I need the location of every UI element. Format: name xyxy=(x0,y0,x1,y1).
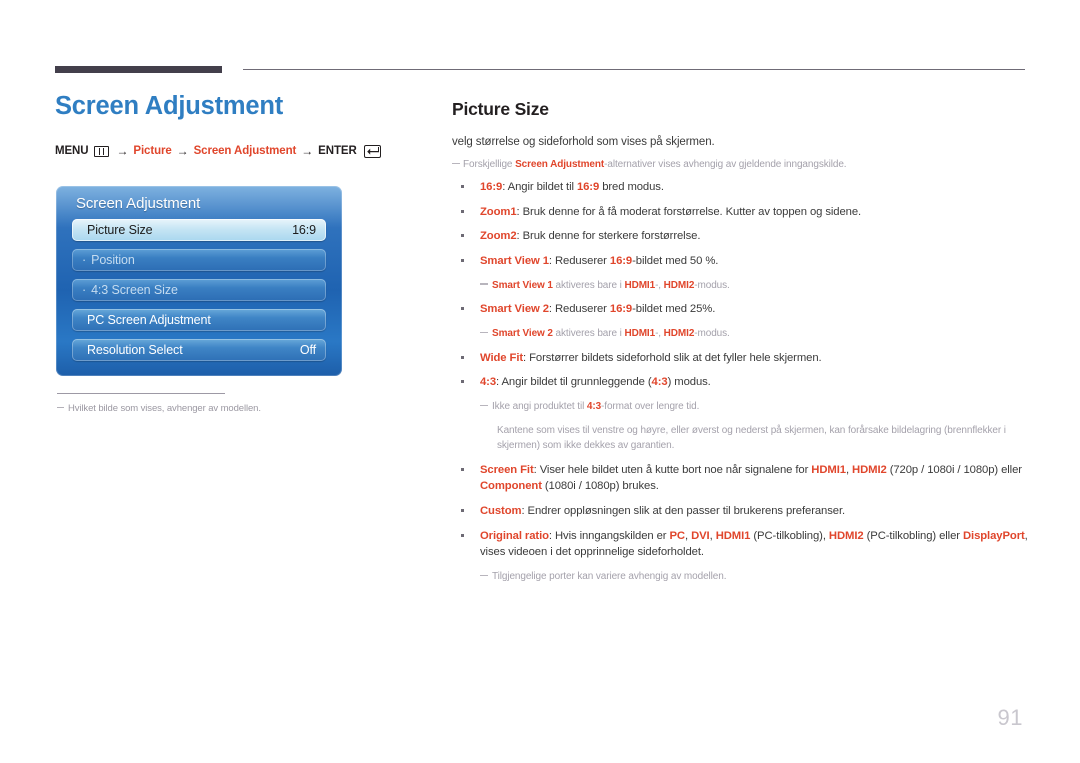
bullet-icon xyxy=(461,380,464,384)
osd-row-label: Picture Size xyxy=(87,223,153,237)
note-available-ports: Tilgjengelige porter kan variere avhengi… xyxy=(480,569,1030,585)
list-item-screen-fit: Screen Fit: Viser hele bildet uten å kut… xyxy=(452,462,1030,495)
osd-row-value: Off xyxy=(299,343,316,357)
list-item-169: 16:9: Angir bildet til 16:9 bred modus. xyxy=(452,179,1030,196)
note-screen-adjustment-options: Forskjellige Screen Adjustment-alternati… xyxy=(452,157,1030,172)
list-item-smart-view-2: Smart View 2: Reduserer 16:9-bildet med … xyxy=(452,301,1030,318)
list-item-smart-view-1: Smart View 1: Reduserer 16:9-bildet med … xyxy=(452,253,1030,270)
note-smart-view-2: Smart View 2 aktiveres bare i HDMI1-, HD… xyxy=(480,326,1030,342)
page-number: 91 xyxy=(997,705,1023,730)
header-rules xyxy=(0,0,1080,80)
note-dash-icon xyxy=(452,162,460,164)
bullet-icon xyxy=(461,259,464,263)
option-term: Custom xyxy=(480,504,522,517)
section-lead-text: velg størrelse og sideforhold som vises … xyxy=(452,136,715,148)
option-accent-inline: 4:3 xyxy=(651,376,668,389)
option-term: Zoom1 xyxy=(480,205,517,218)
bullet-icon xyxy=(461,209,464,213)
option-term: Wide Fit xyxy=(480,351,524,364)
bullet-icon xyxy=(461,533,464,537)
osd-row-label: PC Screen Adjustment xyxy=(87,313,211,327)
menu-path-menu-label: MENU xyxy=(55,145,89,158)
menu-path-breadcrumb: MENU → Picture → Screen Adjustment → ENT… xyxy=(55,144,415,158)
list-item-43: 4:3: Angir bildet til grunnleggende (4:3… xyxy=(452,374,1030,391)
bullet-icon xyxy=(461,355,464,359)
option-term: Screen Fit xyxy=(480,463,534,476)
option-accent-inline: 16:9 xyxy=(609,303,633,316)
menu-path-enter-label: ENTER xyxy=(318,145,357,158)
option-term: 4:3 xyxy=(480,376,497,389)
menu-path-step-screen-adjustment: Screen Adjustment xyxy=(193,145,297,158)
list-item-zoom1: Zoom1: Bruk denne for å få moderat forst… xyxy=(452,204,1030,221)
osd-row-label: · 4:3 Screen Size xyxy=(82,283,178,297)
page-title: Screen Adjustment xyxy=(55,92,284,120)
list-item-zoom2: Zoom2: Bruk denne for sterkere forstørre… xyxy=(452,228,1030,245)
bullet-icon xyxy=(461,234,464,238)
bullet-icon xyxy=(461,508,464,512)
osd-menu-list: Picture Size 16:9 · Position · 4:3 Screen … xyxy=(56,219,342,361)
osd-panel: Screen Adjustment Picture Size 16:9 · Pos… xyxy=(56,186,342,376)
note-dash-icon xyxy=(480,283,488,285)
list-item-original-ratio: Original ratio: Hvis inngangskilden er P… xyxy=(452,528,1030,561)
option-accent-inline: 16:9 xyxy=(576,181,600,193)
option-term: Zoom2 xyxy=(480,230,517,243)
note-43-warning-body: Kantene som vises til venstre og høyre, … xyxy=(497,424,1006,452)
osd-row-dot: · xyxy=(82,283,87,297)
arrow-icon-3: → xyxy=(301,144,314,159)
osd-panel-title: Screen Adjustment xyxy=(76,195,201,212)
option-term: Smart View 2 xyxy=(480,303,549,316)
list-item-custom: Custom: Endrer oppløsningen slik at den … xyxy=(452,503,1030,520)
footnote-divider xyxy=(57,393,225,394)
note-smart-view-1: Smart View 1 aktiveres bare i HDMI1-, HD… xyxy=(480,278,1030,294)
left-column: Screen Adjustment MENU → Picture → Scree… xyxy=(55,92,415,176)
osd-row-dot: · xyxy=(82,253,87,267)
arrow-icon-1: → xyxy=(116,144,129,159)
osd-row-position[interactable]: · Position xyxy=(72,249,326,271)
list-item-wide-fit: Wide Fit: Forstørrer bildets sideforhold… xyxy=(452,350,1030,367)
note-dash-icon xyxy=(480,331,488,334)
option-term: Smart View 1 xyxy=(480,255,549,268)
option-term: 16:9 xyxy=(480,181,503,193)
header-rule-thick xyxy=(55,66,222,73)
bullet-icon xyxy=(461,307,464,311)
note-dash-icon xyxy=(57,407,64,408)
osd-row-resolution-select[interactable]: Resolution Select Off xyxy=(72,339,326,361)
osd-row-picture-size[interactable]: Picture Size 16:9 xyxy=(72,219,326,241)
right-column: Picture Size velg størrelse og sideforho… xyxy=(452,99,1030,593)
osd-row-label: · Position xyxy=(82,253,135,267)
bullet-icon xyxy=(461,185,464,188)
note-accent-term: Screen Adjustment xyxy=(515,159,605,170)
osd-row-label: Resolution Select xyxy=(87,343,183,357)
bullet-icon xyxy=(461,467,464,471)
left-footnote: Hvilket bilde som vises, avhenger av mod… xyxy=(57,393,387,414)
menu-bars-icon xyxy=(94,145,110,157)
menu-path-step-picture: Picture xyxy=(133,145,172,158)
footnote-text-wrap: Hvilket bilde som vises, avhenger av mod… xyxy=(57,403,387,414)
footnote-text: Hvilket bilde som vises, avhenger av mod… xyxy=(68,403,261,414)
picture-size-options-list: 16:9: Angir bildet til 16:9 bred modus. … xyxy=(452,179,1030,585)
option-accent-inline: 16:9 xyxy=(609,255,633,268)
header-rule-thin xyxy=(243,69,1025,70)
section-title: Picture Size xyxy=(452,99,549,119)
option-term: Original ratio xyxy=(480,529,549,542)
note-dash-icon xyxy=(480,404,488,407)
note-dash-icon xyxy=(480,574,488,577)
osd-row-value: 16:9 xyxy=(292,223,316,237)
arrow-icon-2: → xyxy=(176,144,189,159)
osd-row-43-screen-size[interactable]: · 4:3 Screen Size xyxy=(72,279,326,301)
note-43-warning: Ikke angi produktet til 4:3-format over … xyxy=(480,399,1030,415)
enter-return-icon xyxy=(363,144,381,158)
osd-row-pc-screen-adjustment[interactable]: PC Screen Adjustment xyxy=(72,309,326,331)
